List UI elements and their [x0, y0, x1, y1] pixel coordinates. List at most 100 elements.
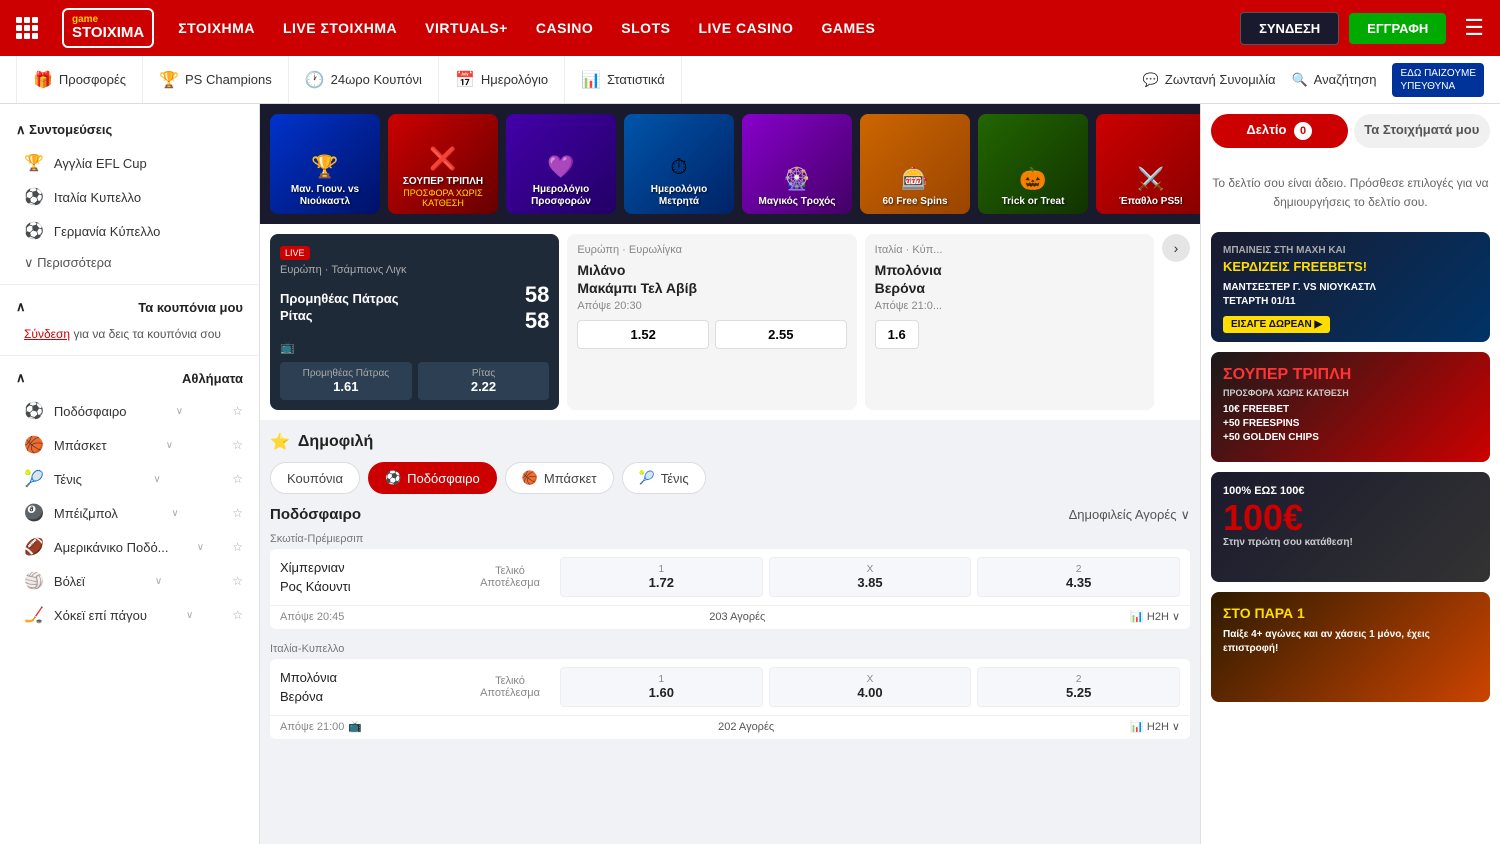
responsible-gambling-badge[interactable]: ΕΔΩ ΠΑΙΖΟΥΜΕ ΥΠΕΥΘΥΝΑ: [1392, 63, 1484, 97]
match1-popular-team2: Ρος Κάουντι: [280, 577, 460, 597]
match2-odd2-cell[interactable]: 2 5.25: [977, 667, 1180, 707]
battles-carousel-title: Έπαθλο PS5!: [1119, 196, 1183, 208]
carousel-item-offer[interactable]: 💜 Ημερολόγιο Προσφορών: [506, 114, 616, 214]
my-coupons-header[interactable]: ∧ Τα κουπόνια μου: [0, 291, 259, 323]
nav-offers[interactable]: 🎁 Προσφορές: [16, 56, 143, 103]
nav-live-stoixima[interactable]: LIVE ΣΤΟΙΧΗΜΑ: [283, 20, 397, 36]
match1-odd1-cell[interactable]: 1 1.72: [560, 557, 763, 597]
match2-odd2-btn[interactable]: 2.55: [715, 320, 847, 349]
promo1-text: ΜΠΑΙΝΕΙΣ ΣΤΗ ΜΑΧΗ ΚΑΙ ΚΕΡΔΙΖΕΙΣ FREEBETS…: [1211, 232, 1490, 342]
match2-h2h-btn[interactable]: 📊 H2H ∨: [1130, 720, 1180, 733]
promo1-sub1: ΜΠΑΙΝΕΙΣ ΣΤΗ ΜΑΧΗ ΚΑΙ: [1223, 244, 1478, 258]
promo2-title: ΣΟΥΠΕΡ ΤΡΙΠΛΗ: [1223, 364, 1478, 386]
nav-casino[interactable]: CASINO: [536, 20, 593, 36]
baseball-icon: 🎱: [24, 503, 44, 523]
nav-slots[interactable]: SLOTS: [621, 20, 670, 36]
tab-basketball-label: Μπάσκετ: [544, 471, 597, 486]
football-icon: ⚽: [24, 401, 44, 421]
nav-stats[interactable]: 📊 Στατιστικά: [565, 56, 682, 103]
italy-icon: ⚽: [24, 187, 44, 207]
chevron-down-hockey: ∨: [186, 610, 193, 621]
sidebar-item-football[interactable]: ⚽ Ποδόσφαιρο ∨ ☆: [0, 394, 259, 428]
betslip-tab-inactive[interactable]: Τα Στοιχήματά μου: [1354, 114, 1491, 148]
chevron-up-icon-2: ∧: [16, 299, 26, 315]
match3-odd-btn[interactable]: 1.6: [875, 320, 919, 349]
clock-icon: 🕐: [305, 70, 325, 90]
match1-odd2-btn[interactable]: Ρίτας 2.22: [418, 362, 550, 400]
chevron-down-amfootball: ∨: [197, 542, 204, 553]
match1-popular-markets[interactable]: 203 Αγορές: [709, 611, 765, 623]
search-btn[interactable]: 🔍 Αναζήτηση: [1291, 72, 1376, 88]
chevron-down-football: ∨: [176, 406, 183, 417]
carousel-item-trick[interactable]: 🎃 Trick or Treat: [978, 114, 1088, 214]
tab-coupon[interactable]: Κουπόνια: [270, 462, 360, 494]
grid-menu-icon[interactable]: [16, 17, 38, 39]
carousel-item-freespins[interactable]: 🎰 60 Free Spins: [860, 114, 970, 214]
hamburger-icon[interactable]: ☰: [1464, 15, 1484, 41]
right-panel: Δελτίο 0 Τα Στοιχήματά μου Το δελτίο σου…: [1200, 104, 1500, 844]
nav-live-casino[interactable]: LIVE CASINO: [698, 20, 793, 36]
match-cards-next-button[interactable]: ›: [1162, 234, 1190, 262]
promo-banner-triple[interactable]: ΣΟΥΠΕΡ ΤΡΙΠΛΗ ΠΡΟΣΦΟΡΑ ΧΩΡΙΣ ΚΑΤΘΕΣΗ 10€…: [1211, 352, 1490, 462]
match2-odd1-cell[interactable]: 1 1.60: [560, 667, 763, 707]
match1-odd1-btn[interactable]: Προμηθέας Πάτρας 1.61: [280, 362, 412, 400]
sidebar-item-germany-cup[interactable]: ⚽ Γερμανία Κύπελλο: [0, 214, 259, 248]
site-logo[interactable]: game STOIXIMA: [62, 8, 154, 48]
sidebar-item-hockey[interactable]: 🏒 Χόκεϊ επί πάγου ∨ ☆: [0, 598, 259, 632]
promo1-cta[interactable]: ΕΙΣΑΓΕ ΔΩΡΕΑΝ ▶: [1223, 315, 1478, 332]
sidebar-item-baseball[interactable]: 🎱 Μπέιζμπολ ∨ ☆: [0, 496, 259, 530]
nav-stoixima[interactable]: ΣΤΟΙΧΗΜΑ: [178, 20, 255, 36]
calendar-carousel-title: Ημερολόγιο Μετρητά: [630, 184, 728, 208]
stats-icon: 📊: [581, 70, 601, 90]
login-button[interactable]: ΣΥΝΔΕΣΗ: [1240, 12, 1339, 45]
shortcuts-header[interactable]: ∧ Συντομεύσεις: [0, 114, 259, 146]
carousel-item-ps-champ[interactable]: 🏆 Μαν. Γιουν. vs Νιούκαστλ: [270, 114, 380, 214]
tab-football[interactable]: ⚽ Ποδόσφαιρο: [368, 462, 497, 494]
popular-markets-btn[interactable]: Δημοφιλείς Αγορές ∨: [1069, 507, 1190, 523]
promo-banner-para1[interactable]: ΣΤΟ ΠΑΡΑ 1 Παίξε 4+ αγώνες και αν χάσεις…: [1211, 592, 1490, 702]
carousel-item-calendar[interactable]: ⏱ Ημερολόγιο Μετρητά: [624, 114, 734, 214]
chart-icon-1: 📊: [1130, 610, 1144, 623]
promo-banner-ps-champ[interactable]: ΜΠΑΙΝΕΙΣ ΣΤΗ ΜΑΧΗ ΚΑΙ ΚΕΡΔΙΖΕΙΣ FREEBETS…: [1211, 232, 1490, 342]
coupon-login-link[interactable]: Σύνδεση: [24, 327, 70, 341]
sidebar-item-tennis[interactable]: 🎾 Τένις ∨ ☆: [0, 462, 259, 496]
match2-popular-markets[interactable]: 202 Αγορές: [718, 721, 774, 733]
sidebar-item-basketball[interactable]: 🏀 Μπάσκετ ∨ ☆: [0, 428, 259, 462]
carousel-item-wheel[interactable]: 🎡 Μαγικός Τροχός: [742, 114, 852, 214]
star-icon-baseball: ☆: [232, 506, 243, 520]
match1-row-odds: 1 1.72 Χ 3.85 2 4.35: [560, 557, 1180, 597]
popular-title: Δημοφιλή: [298, 433, 373, 451]
popular-header: ⭐ Δημοφιλή: [270, 432, 1190, 452]
match1-oddX-cell[interactable]: Χ 3.85: [769, 557, 972, 597]
promo1-cta-btn[interactable]: ΕΙΣΑΓΕ ΔΩΡΕΑΝ ▶: [1223, 316, 1330, 333]
efl-label: Αγγλία EFL Cup: [54, 156, 147, 171]
sidebar-more-btn[interactable]: ∨ Περισσότερα: [0, 248, 259, 278]
nav-virtuals[interactable]: VIRTUALS+: [425, 20, 508, 36]
tab-tennis[interactable]: 🎾 Τένις: [622, 462, 706, 494]
betslip-active-label: Δελτίο: [1246, 122, 1286, 137]
chevron-up-icon-3: ∧: [16, 370, 26, 386]
match2-odd1-btn[interactable]: 1.52: [577, 320, 709, 349]
nav-ps-champions[interactable]: 🏆 PS Champions: [143, 56, 289, 103]
promotions-carousel: 🏆 Μαν. Γιουν. vs Νιούκαστλ ❌ ΣΟΥΠΕΡ ΤΡΙΠ…: [260, 104, 1200, 224]
sidebar-item-american-football[interactable]: 🏈 Αμερικάνικο Ποδό... ∨ ☆: [0, 530, 259, 564]
betslip-tab-active[interactable]: Δελτίο 0: [1211, 114, 1348, 148]
match3-league: Ιταλία · Κύπ...: [875, 244, 1144, 256]
promo-banner-100[interactable]: 100% ΕΩΣ 100€ 100€ Στην πρώτη σου κατάθε…: [1211, 472, 1490, 582]
sidebar-divider-2: [0, 355, 259, 356]
nav-calendar[interactable]: 📅 Ημερολόγιο: [439, 56, 565, 103]
sidebar-item-italy-cup[interactable]: ⚽ Ιταλία Κυπελλο: [0, 180, 259, 214]
register-button[interactable]: ΕΓΓΡΑΦΗ: [1349, 13, 1446, 44]
live-chat-btn[interactable]: 💬 Ζωντανή Συνομιλία: [1143, 72, 1276, 88]
sidebar-item-efl[interactable]: 🏆 Αγγλία EFL Cup: [0, 146, 259, 180]
carousel-item-battles[interactable]: ⚔️ Έπαθλο PS5!: [1096, 114, 1200, 214]
sports-header[interactable]: ∧ Αθλήματα: [0, 362, 259, 394]
tab-basketball[interactable]: 🏀 Μπάσκετ: [505, 462, 614, 494]
nav-24coupon[interactable]: 🕐 24ωρο Κουπόνι: [289, 56, 439, 103]
carousel-item-triple[interactable]: ❌ ΣΟΥΠΕΡ ΤΡΙΠΛΗ ΠΡΟΣΦΟΡΑ ΧΩΡΙΣ ΚΑΤΘΕΣΗ: [388, 114, 498, 214]
match1-odd2-cell[interactable]: 2 4.35: [977, 557, 1180, 597]
match1-h2h-btn[interactable]: 📊 H2H ∨: [1130, 610, 1180, 623]
match2-oddX-cell[interactable]: Χ 4.00: [769, 667, 972, 707]
nav-games[interactable]: GAMES: [821, 20, 875, 36]
sidebar-item-volleyball[interactable]: 🏐 Βόλεϊ ∨ ☆: [0, 564, 259, 598]
